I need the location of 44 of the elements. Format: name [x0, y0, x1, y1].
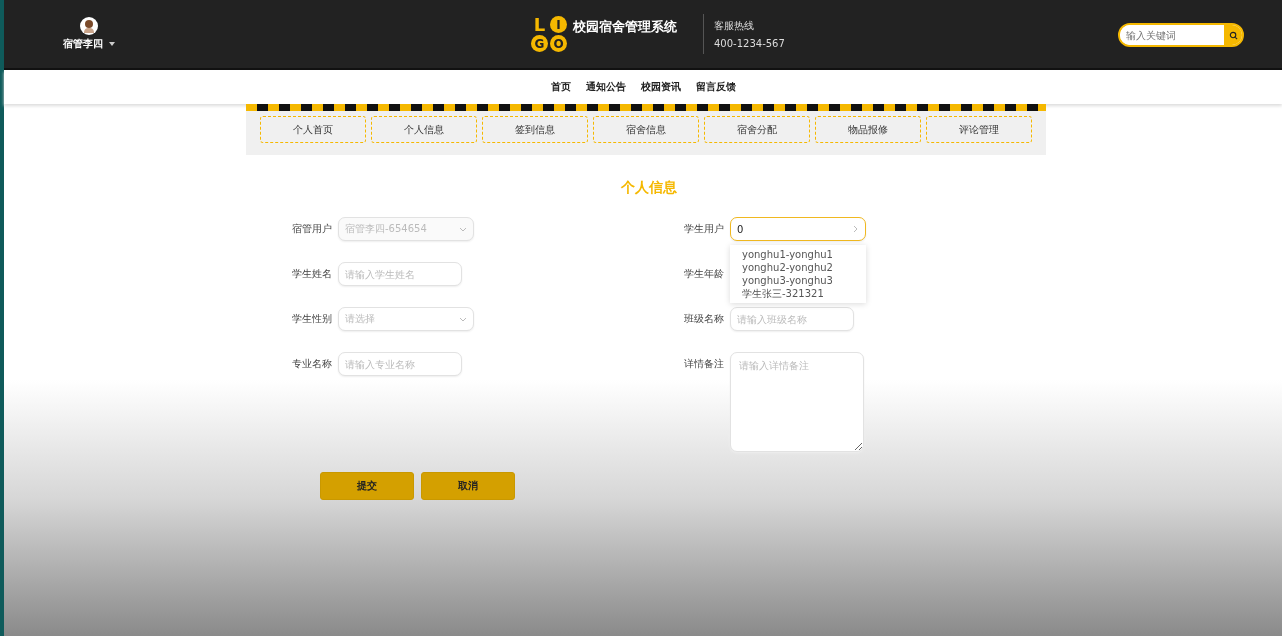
menu-tab[interactable]: 评论管理	[926, 116, 1032, 143]
chevron-right-icon	[851, 225, 859, 233]
remarks-field[interactable]: 请输入详情备注	[730, 352, 864, 452]
avatar-icon	[80, 17, 98, 35]
form-button[interactable]: 提交	[320, 472, 414, 500]
nav-link[interactable]: 校园资讯	[640, 80, 681, 94]
menu-tab[interactable]: 宿舍信息	[593, 116, 699, 143]
field-label: 专业名称	[291, 357, 332, 371]
caret-icon[interactable]	[109, 42, 115, 46]
form-button[interactable]: 取消	[421, 472, 515, 500]
search-button[interactable]	[1224, 25, 1242, 45]
menu-tab[interactable]: 签到信息	[482, 116, 588, 143]
form-title: 个人信息	[620, 179, 678, 197]
chevron-down-icon	[459, 315, 467, 323]
select-field[interactable]: 0	[730, 217, 866, 241]
search-field[interactable]: 输入关键词	[1118, 23, 1244, 47]
field-label: 班级名称	[683, 312, 724, 326]
nav-link[interactable]: 首页	[550, 80, 571, 94]
nav-link[interactable]: 通知公告	[585, 80, 626, 94]
chevron-down-icon	[459, 225, 467, 233]
field-label: 学生年龄	[683, 267, 724, 281]
menu-tab[interactable]: 个人信息	[371, 116, 477, 143]
dropdown-option[interactable]: yonghu3-yonghu3	[730, 274, 866, 287]
logo-drawing: L I G O	[531, 16, 567, 52]
menu-tab[interactable]: 宿舍分配	[704, 116, 810, 143]
menu-tab[interactable]: 物品报修	[815, 116, 921, 143]
user-name[interactable]: 宿管李四	[63, 37, 103, 51]
field-label: 宿管用户	[291, 222, 332, 236]
hotline-label: 客服热线	[714, 19, 755, 33]
text-field[interactable]: 请输入学生姓名	[338, 262, 462, 286]
search-icon	[1228, 30, 1238, 40]
field-label: 详情备注	[683, 357, 724, 371]
text-field[interactable]: 请输入专业名称	[338, 352, 462, 376]
hotline-number: 400-1234-567	[714, 38, 785, 49]
menu-tab[interactable]: 个人首页	[260, 116, 366, 143]
field-label: 学生用户	[683, 222, 724, 236]
dropdown-option[interactable]: 学生张三-321321	[730, 287, 866, 300]
nav-link[interactable]: 留言反馈	[695, 80, 736, 94]
text-field[interactable]: 请输入班级名称	[730, 307, 854, 331]
dropdown-option[interactable]: yonghu2-yonghu2	[730, 261, 866, 274]
dropdown-option[interactable]: yonghu1-yonghu1	[730, 248, 866, 261]
site-title: 校园宿舍管理系统	[573, 18, 677, 36]
field-label: 学生性别	[291, 312, 332, 326]
field-label: 学生姓名	[291, 267, 332, 281]
